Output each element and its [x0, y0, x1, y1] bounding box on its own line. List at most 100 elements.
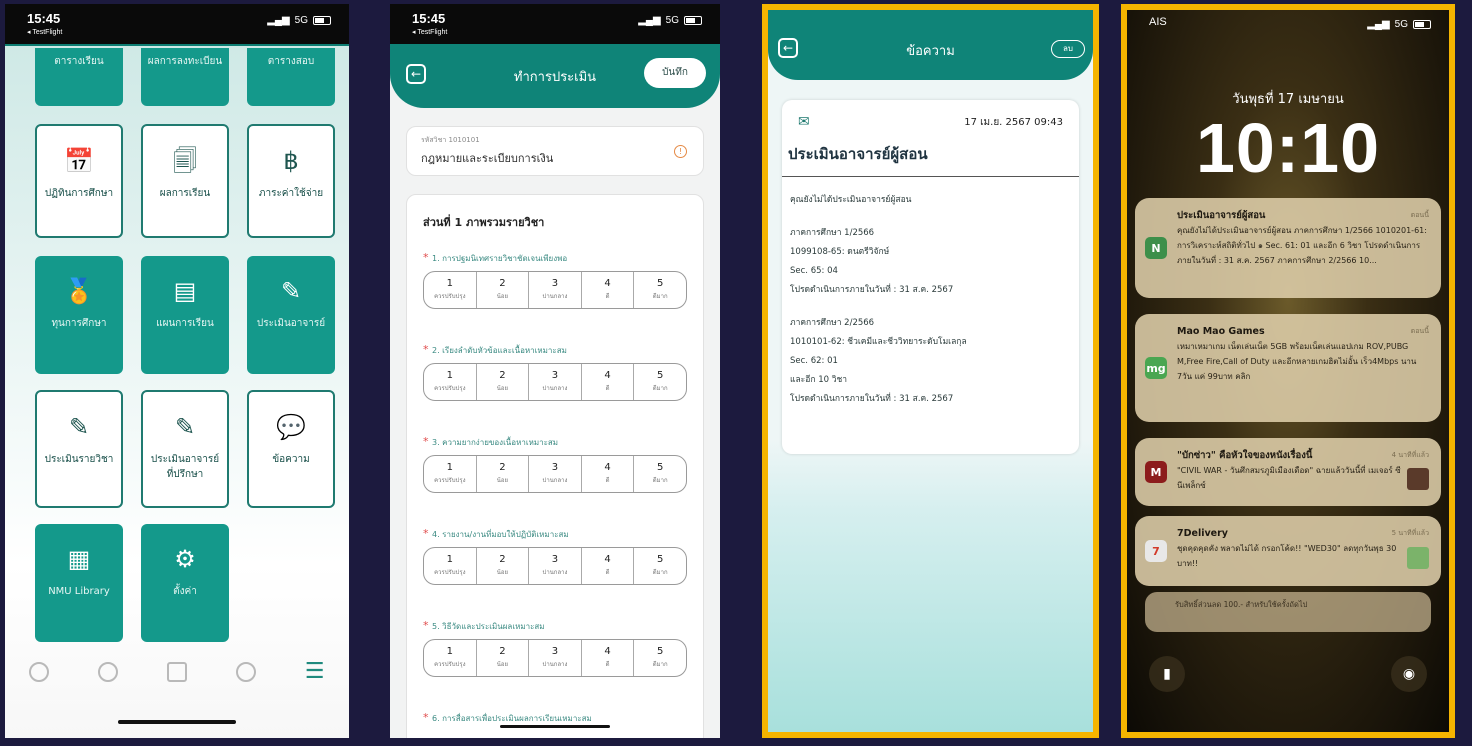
app-icon: 7	[1145, 540, 1167, 562]
calendar-icon: 📅	[64, 146, 94, 175]
notification-thumbnail	[1407, 468, 1429, 490]
message-line: Sec. 65: 04	[790, 266, 838, 276]
tab-profile-icon[interactable]	[98, 662, 119, 682]
menu-tile-label: ประเมินอาจารย์	[256, 318, 326, 329]
phone-message-detail: ← ข้อความ ลบ ✉ 17 เม.ย. 2567 09:43 ประเม…	[762, 4, 1099, 738]
rating-option[interactable]: 2 น้อย	[477, 364, 530, 400]
rating-option[interactable]: 1 ควรปรับปรุง	[424, 272, 477, 308]
menu-tile-label: ตั้งค่า	[173, 586, 197, 597]
rating-option[interactable]: 5 ดีมาก	[634, 364, 686, 400]
phone-lock-screen: AIS ▂▄▆ 5G วันพุธที่ 17 เมษายน 10:10 N ตอน…	[1121, 4, 1455, 738]
page-title: ข้อความ	[906, 43, 955, 59]
menu-tile[interactable]: ▤ แผนการเรียน	[141, 256, 229, 374]
menu-tile[interactable]: 📅 ปฏิทินการศึกษา	[35, 124, 123, 238]
rating-option[interactable]: 3 ปานกลาง	[529, 640, 582, 676]
notification-body: คุณยังไม่ได้ประเมินอาจารย์ผู้สอน ภาคการศ…	[1177, 226, 1427, 265]
menu-tile[interactable]: ✎ ประเมินรายวิชา	[35, 390, 123, 508]
stacked-notification[interactable]: รับสิทธิ์ส่วนลด 100.- สำหรับใช้ครั้งถัดไ…	[1145, 592, 1431, 632]
medal-icon: 🏅	[64, 276, 94, 305]
course-evaluate-icon: ✎	[68, 412, 90, 441]
menu-tile[interactable]: ▦ NMU Library	[35, 524, 123, 642]
menu-tile[interactable]: 💬 ข้อความ	[247, 390, 335, 508]
rating-option[interactable]: 3 ปานกลาง	[529, 548, 582, 584]
save-button[interactable]: บันทึก	[644, 58, 706, 88]
rating-option[interactable]: 3 ปานกลาง	[529, 364, 582, 400]
tab-home-icon[interactable]	[29, 662, 50, 682]
rating-option[interactable]: 2 น้อย	[477, 456, 530, 492]
rating-option[interactable]: 5 ดีมาก	[634, 456, 686, 492]
tab-menu-icon[interactable]: ☰	[305, 661, 325, 683]
question-text: * 3. ความยากง่ายของเนื้อหาเหมาะสม	[423, 435, 559, 448]
rating-option[interactable]: 5 ดีมาก	[634, 548, 686, 584]
menu-tile-registration[interactable]: ผลการลงทะเบียน	[141, 48, 229, 106]
rating-option[interactable]: 2 น้อย	[477, 640, 530, 676]
rating-option[interactable]: 4 ดี	[582, 548, 635, 584]
notification[interactable]: 7 5 นาทีที่แล้ว 7Delivery ชุดคุดคุดคัง พลาด…	[1135, 516, 1441, 586]
signal-icon: ▂▄▆	[638, 15, 661, 26]
status-time: 15:45 ◂ TestFlight	[412, 12, 447, 40]
rating-option[interactable]: 5 ดีมาก	[634, 640, 686, 676]
back-arrow-icon[interactable]: ←	[406, 64, 426, 84]
message-header: ← ข้อความ ลบ	[768, 10, 1093, 80]
rating-option[interactable]: 3 ปานกลาง	[529, 456, 582, 492]
rating-option[interactable]: 4 ดี	[582, 640, 635, 676]
testflight-back[interactable]: ◂ TestFlight	[27, 26, 62, 40]
menu-tile-timetable[interactable]: ตารางเรียน	[35, 48, 123, 106]
rating-option[interactable]: 2 น้อย	[477, 548, 530, 584]
tab-calendar-icon[interactable]	[167, 662, 188, 682]
tab-support-icon[interactable]	[235, 662, 256, 682]
status-icons: ▂▄▆ 5G	[1367, 19, 1431, 30]
rating-scale: 1 ควรปรับปรุง 2 น้อย 3 ปานกลาง 4 ดี 5 ดีมาก	[423, 363, 687, 401]
notification-title: 7Delivery	[1177, 528, 1228, 539]
message-line: โปรดดำเนินการภายในวันที่ : 31 ส.ค. 2567	[790, 394, 954, 404]
course-card: รหัสวิชา 1010101 กฎหมายและระเบียบการเงิน…	[406, 126, 704, 176]
rating-option[interactable]: 1 ควรปรับปรุง	[424, 640, 477, 676]
flashlight-icon[interactable]: ▮	[1149, 656, 1185, 692]
rating-option[interactable]: 5 ดีมาก	[634, 272, 686, 308]
message-title: ประเมินอาจารย์ผู้สอน	[782, 130, 1079, 177]
rating-scale: 1 ควรปรับปรุง 2 น้อย 3 ปานกลาง 4 ดี 5 ดีมาก	[423, 455, 687, 493]
baht-icon: ฿	[283, 146, 299, 175]
rating-option[interactable]: 2 น้อย	[477, 272, 530, 308]
rating-option[interactable]: 1 ควรปรับปรุง	[424, 548, 477, 584]
menu-tile[interactable]: 🏅 ทุนการศึกษา	[35, 256, 123, 374]
notification-body: "CIVIL WAR - วันศึกสมรภูมิเมืองเดือด" ฉา…	[1177, 466, 1401, 490]
status-icons: ▂▄▆ 5G	[267, 15, 331, 26]
notification[interactable]: mg ตอนนี้ Mao Mao Games เหมาเหมาเกม เน็ตเล่…	[1135, 314, 1441, 422]
menu-tile[interactable]: ✎ ประเมินอาจารย์ที่ปรึกษา	[141, 390, 229, 508]
back-arrow-icon[interactable]: ←	[778, 38, 798, 58]
menu-tile-label: ประเมินอาจารย์ที่ปรึกษา	[150, 454, 220, 480]
menu-tile[interactable]: ฿ภาระค่าใช้จ่าย	[247, 124, 335, 238]
testflight-back[interactable]: ◂ TestFlight	[412, 26, 447, 40]
status-time: 15:45 ◂ TestFlight	[27, 12, 62, 40]
library-icon: ▦	[67, 544, 91, 573]
delete-button[interactable]: ลบ	[1051, 40, 1085, 58]
message-card: ✉ 17 เม.ย. 2567 09:43 ประเมินอาจารย์ผู้ส…	[782, 100, 1079, 454]
network-label: 5G	[294, 15, 308, 26]
rating-scale: 1 ควรปรับปรุง 2 น้อย 3 ปานกลาง 4 ดี 5 ดีมาก	[423, 639, 687, 677]
camera-icon[interactable]: ◉	[1391, 656, 1427, 692]
notification-title: Mao Mao Games	[1177, 326, 1265, 337]
menu-tile-exam-schedule[interactable]: ตารางสอบ	[247, 48, 335, 106]
battery-icon	[684, 16, 702, 25]
status-bar: 15:45 ◂ TestFlight ▂▄▆ 5G	[390, 4, 720, 44]
notification[interactable]: N ตอนนี้ ประเมินอาจารย์ผู้สอน คุณยังไม่ได้ป…	[1135, 198, 1441, 298]
rating-option[interactable]: 4 ดี	[582, 364, 635, 400]
app-icon: M	[1145, 461, 1167, 483]
notification[interactable]: M 4 นาทีที่แล้ว "บักซ่าว" คือหัวใจของหนังเ…	[1135, 438, 1441, 506]
menu-tile[interactable]: ⚙ ตั้งค่า	[141, 524, 229, 642]
status-icons: ▂▄▆ 5G	[638, 15, 702, 26]
notification-time: 4 นาทีที่แล้ว	[1391, 451, 1429, 459]
rating-option[interactable]: 1 ควรปรับปรุง	[424, 364, 477, 400]
rating-option[interactable]: 4 ดี	[582, 272, 635, 308]
rating-option[interactable]: 4 ดี	[582, 456, 635, 492]
home-indicator	[500, 725, 610, 728]
status-bar: AIS ▂▄▆ 5G	[1127, 10, 1449, 50]
rating-option[interactable]: 1 ควรปรับปรุง	[424, 456, 477, 492]
question-text: * 5. วิธีวัดและประเมินผลเหมาะสม	[423, 619, 545, 632]
rating-option[interactable]: 3 ปานกลาง	[529, 272, 582, 308]
menu-tile[interactable]: 🗐 ผลการเรียน	[141, 124, 229, 238]
lock-date: วันพุธที่ 17 เมษายน	[1232, 92, 1344, 107]
rating-scale: 1 ควรปรับปรุง 2 น้อย 3 ปานกลาง 4 ดี 5 ดีมาก	[423, 547, 687, 585]
menu-tile[interactable]: ✎ ประเมินอาจารย์	[247, 256, 335, 374]
